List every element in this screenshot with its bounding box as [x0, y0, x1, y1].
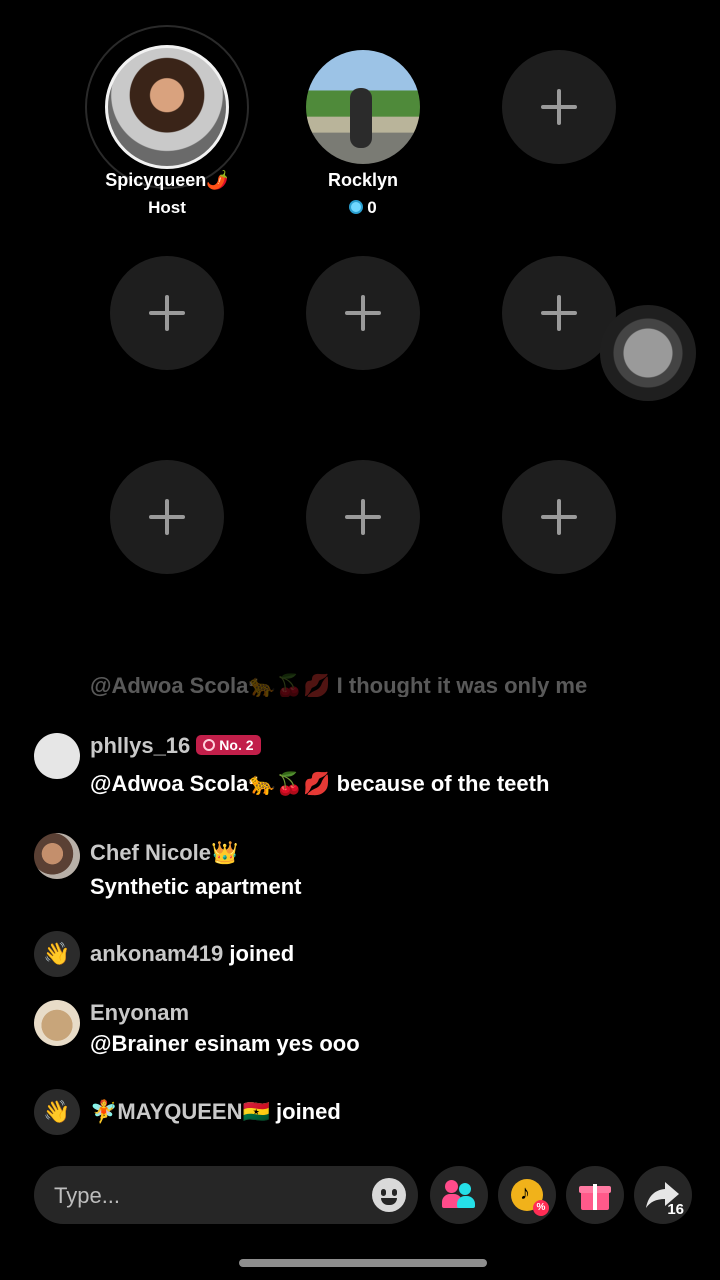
comment-input[interactable]: Type...: [34, 1166, 418, 1224]
chat-text: Synthetic apartment: [90, 874, 302, 899]
coins-button[interactable]: %: [498, 1166, 556, 1224]
empty-seat[interactable]: [306, 256, 420, 370]
chat-username[interactable]: Enyonam: [90, 1000, 189, 1026]
guest-name: Rocklyn: [327, 170, 399, 190]
gift-button[interactable]: [566, 1166, 624, 1224]
plus-icon: [541, 89, 577, 125]
chat-join-line: 🧚MAYQUEEN🇬🇭 joined: [90, 1099, 341, 1125]
empty-seat[interactable]: [502, 50, 616, 164]
gem-icon: [349, 200, 364, 214]
empty-seat[interactable]: [110, 460, 224, 574]
empty-seat[interactable]: [502, 460, 616, 574]
share-count: 16: [667, 1201, 684, 1218]
host-name: Spicyqueen🌶️: [105, 170, 229, 190]
user-avatar[interactable]: [34, 733, 80, 779]
user-avatar[interactable]: [34, 833, 80, 879]
user-avatar[interactable]: [34, 1000, 80, 1046]
share-button[interactable]: 16: [634, 1166, 692, 1224]
guest-count: 0: [296, 198, 430, 218]
chat-message: Chef Nicole👑 Synthetic apartment: [34, 833, 700, 903]
smiley-icon[interactable]: [372, 1178, 406, 1212]
guest-avatar[interactable]: [306, 50, 420, 164]
joined-label: joined: [229, 941, 295, 966]
people-icon: [442, 1180, 476, 1210]
waving-hand-icon: 👋: [34, 931, 80, 977]
chat-join-message: 👋 ankonam419 joined: [34, 931, 700, 977]
host-avatar[interactable]: [105, 45, 229, 169]
guest-count-value: 0: [367, 198, 377, 217]
plus-icon: [149, 295, 185, 331]
chat-join-message: 👋 🧚MAYQUEEN🇬🇭 joined: [34, 1089, 700, 1135]
clock-icon: [203, 739, 216, 751]
plus-icon: [149, 499, 185, 535]
waving-hand-icon: 👋: [34, 1089, 80, 1135]
chat-username[interactable]: Chef Nicole👑: [90, 840, 238, 866]
chat-message-faded: @Adwoa Scola🐆🍒💋 I thought it was only me: [90, 673, 588, 697]
plus-icon: [345, 499, 381, 535]
chat-text: @Brainer esinam yes ooo: [90, 1031, 360, 1056]
empty-seat[interactable]: [110, 256, 224, 370]
guests-button[interactable]: [430, 1166, 488, 1224]
chat-username[interactable]: 🧚MAYQUEEN🇬🇭: [90, 1099, 270, 1124]
chat-username[interactable]: phllys_16 No. 2: [90, 733, 261, 759]
assistive-touch-button[interactable]: [600, 305, 696, 401]
chat-join-line: ankonam419 joined: [90, 941, 294, 967]
coin-icon: %: [511, 1179, 549, 1216]
plus-icon: [541, 295, 577, 331]
chat-message: phllys_16 No. 2 @Adwoa Scola🐆🍒💋 because o…: [34, 733, 700, 803]
gift-icon: [579, 1180, 611, 1210]
comment-placeholder: Type...: [54, 1183, 121, 1208]
home-indicator[interactable]: [239, 1259, 487, 1267]
plus-icon: [345, 295, 381, 331]
plus-icon: [541, 499, 577, 535]
chat-text: @Adwoa Scola🐆🍒💋 because of the teeth: [90, 771, 550, 796]
chat-username[interactable]: ankonam419: [90, 941, 223, 966]
host-role-label: Host: [148, 198, 186, 217]
chat-message: Enyonam @Brainer esinam yes ooo: [34, 1000, 700, 1060]
empty-seat[interactable]: [306, 460, 420, 574]
joined-label: joined: [276, 1099, 341, 1124]
empty-seat[interactable]: [502, 256, 616, 370]
rank-badge: No. 2: [196, 735, 261, 755]
